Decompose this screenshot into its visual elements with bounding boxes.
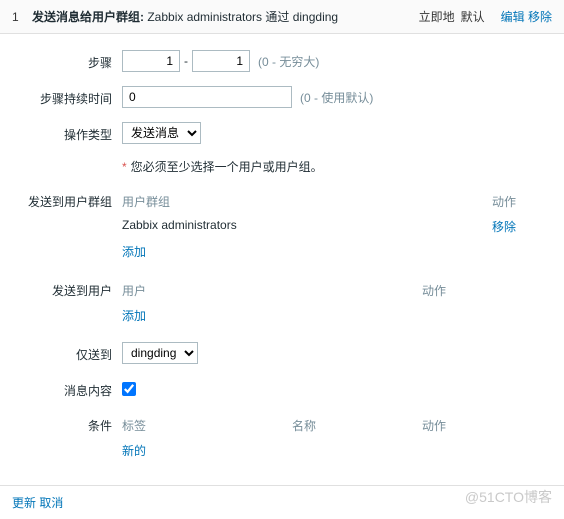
usergroup-add-link[interactable]: 添加 xyxy=(122,243,146,260)
cancel-link[interactable]: 取消 xyxy=(39,496,63,510)
optype-select[interactable]: 发送消息 xyxy=(122,122,201,144)
duration-input[interactable] xyxy=(122,86,292,108)
timing-default: 默认 xyxy=(461,8,485,25)
users-label: 发送到用户 xyxy=(12,278,122,328)
edit-link[interactable]: 编辑 xyxy=(501,10,525,24)
operation-form: 步骤 - (0 - 无穷大) 步骤持续时间 (0 - 使用默认) 操作类型 发送… xyxy=(0,34,564,485)
update-link[interactable]: 更新 xyxy=(12,496,36,510)
usergroups-col-action: 动作 xyxy=(492,193,552,210)
required-message: * 您必须至少选择一个用户或用户组。 xyxy=(122,158,552,175)
usergroups-col-name: 用户群组 xyxy=(122,193,492,210)
duration-hint: (0 - 使用默认) xyxy=(300,89,373,106)
timing-immediate: 立即地 xyxy=(419,8,455,25)
optype-label: 操作类型 xyxy=(12,122,122,144)
conditions-table: 标签 名称 动作 新的 xyxy=(122,413,552,463)
operation-desc-value: Zabbix administrators 通过 dingding xyxy=(147,10,338,24)
msgcontent-checkbox[interactable] xyxy=(122,382,136,396)
conditions-col-action: 动作 xyxy=(422,417,552,434)
users-col-name: 用户 xyxy=(122,282,422,299)
steps-from-input[interactable] xyxy=(122,50,180,72)
required-star: * xyxy=(122,160,127,174)
table-row: Zabbix administrators 移除 xyxy=(122,214,552,239)
operation-timing: 立即地 默认 xyxy=(419,8,485,25)
sendonly-label: 仅送到 xyxy=(12,342,122,364)
operation-desc-prefix: 发送消息给用户群组: xyxy=(32,10,147,24)
remove-link[interactable]: 移除 xyxy=(528,10,552,24)
usergroups-table: 用户群组 动作 Zabbix administrators 移除 添加 xyxy=(122,189,552,264)
conditions-label: 条件 xyxy=(12,413,122,463)
steps-label: 步骤 xyxy=(12,50,122,72)
steps-hint: (0 - 无穷大) xyxy=(258,53,319,70)
sendonly-select[interactable]: dingding xyxy=(122,342,198,364)
form-footer: 更新 取消 xyxy=(0,485,564,519)
operation-description: 发送消息给用户群组: Zabbix administrators 通过 ding… xyxy=(32,8,411,25)
users-table: 用户 动作 添加 xyxy=(122,278,552,328)
steps-dash: - xyxy=(184,54,188,68)
user-add-link[interactable]: 添加 xyxy=(122,307,146,324)
usergroup-name: Zabbix administrators xyxy=(122,218,492,235)
conditions-col-tag: 标签 xyxy=(122,417,292,434)
msgcontent-label: 消息内容 xyxy=(12,378,122,399)
duration-label: 步骤持续时间 xyxy=(12,86,122,108)
operation-actions: 编辑 移除 xyxy=(501,8,552,25)
conditions-col-name: 名称 xyxy=(292,417,422,434)
operation-number: 1 xyxy=(12,10,32,24)
condition-new-link[interactable]: 新的 xyxy=(122,442,146,459)
usergroup-remove-link[interactable]: 移除 xyxy=(492,220,516,234)
operation-header: 1 发送消息给用户群组: Zabbix administrators 通过 di… xyxy=(0,0,564,34)
usergroups-label: 发送到用户群组 xyxy=(12,189,122,264)
steps-to-input[interactable] xyxy=(192,50,250,72)
users-col-action: 动作 xyxy=(422,282,552,299)
required-text: 您必须至少选择一个用户或用户组。 xyxy=(131,158,323,175)
